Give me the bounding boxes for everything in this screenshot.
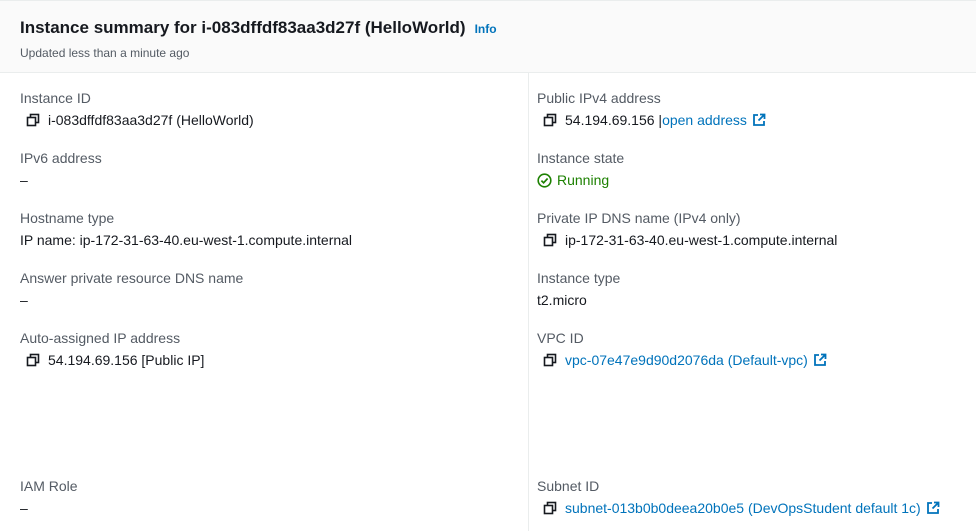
external-link-icon[interactable] [926,501,940,515]
field-ipv6: IPv6 address – [20,149,102,189]
copy-icon[interactable] [541,111,559,129]
field-label: Answer private resource DNS name [20,270,244,286]
page-title: Instance summary for i-083dffdf83aa3d27f… [20,18,466,37]
open-address-link[interactable]: open address [662,111,747,129]
public-ipv4-value: 54.194.69.156 | [565,112,663,128]
copy-icon[interactable] [24,111,42,129]
field-instance-state: Instance state Running [537,149,624,189]
column-divider [528,73,529,531]
info-link[interactable]: Info [475,22,497,36]
field-value: Running [537,171,624,189]
field-value: subnet-013b0b0deea20b0e5 (DevOpsStudent … [537,499,940,517]
field-label: Hostname type [20,210,115,226]
field-value: ip-172-31-63-40.eu-west-1.compute.intern… [537,231,837,249]
field-label: Instance type [537,270,621,286]
field-value: i-083dffdf83aa3d27f (HelloWorld) [20,111,254,129]
updated-text: Updated less than a minute ago [20,46,190,60]
instance-type-value: t2.micro [537,292,587,308]
field-private-dns: Private IP DNS name (IPv4 only) ip-172-3… [537,209,837,249]
copy-icon[interactable] [541,499,559,517]
copy-icon[interactable] [541,231,559,249]
field-hostname-type: Hostname type IP name: ip-172-31-63-40.e… [20,209,352,249]
field-instance-id: Instance ID i-083dffdf83aa3d27f (HelloWo… [20,89,254,129]
ipv6-value: – [20,172,28,188]
field-label: Public IPv4 address [537,90,661,106]
field-label: Subnet ID [537,478,600,494]
field-value: IP name: ip-172-31-63-40.eu-west-1.compu… [20,231,352,249]
auto-ip-value: 54.194.69.156 [Public IP] [48,352,205,368]
field-value: t2.micro [537,291,620,309]
field-label: Auto-assigned IP address [20,330,181,346]
field-label: Instance ID [20,90,91,106]
field-label: VPC ID [537,330,584,346]
field-answer-dns: Answer private resource DNS name – [20,269,243,309]
field-value: – [20,499,78,517]
external-link-icon[interactable] [813,353,827,367]
check-circle-icon [537,172,552,188]
field-value: 54.194.69.156 | open address [537,111,766,129]
copy-icon[interactable] [24,351,42,369]
field-subnet-id: Subnet ID subnet-013b0b0deea20b0e5 (DevO… [537,477,940,517]
field-auto-ip: Auto-assigned IP address 54.194.69.156 [… [20,329,204,369]
private-dns-value: ip-172-31-63-40.eu-west-1.compute.intern… [565,232,838,248]
field-instance-type: Instance type t2.micro [537,269,620,309]
hostname-type-value: IP name: ip-172-31-63-40.eu-west-1.compu… [20,232,353,248]
vpc-id-link[interactable]: vpc-07e47e9d90d2076da (Default-vpc) [565,351,808,369]
iam-role-value: – [20,500,28,516]
field-label: Private IP DNS name (IPv4 only) [537,210,741,226]
field-vpc-id: VPC ID vpc-07e47e9d90d2076da (Default-vp… [537,329,827,369]
answer-dns-value: – [20,292,28,308]
summary-header: Instance summary for i-083dffdf83aa3d27f… [0,0,976,73]
instance-id-value: i-083dffdf83aa3d27f (HelloWorld) [48,112,254,128]
copy-icon[interactable] [541,351,559,369]
instance-state-value: Running [557,172,610,188]
field-label: IPv6 address [20,150,102,166]
subnet-id-link[interactable]: subnet-013b0b0deea20b0e5 (DevOpsStudent … [565,499,921,517]
field-value: – [20,291,243,309]
field-value: – [20,171,102,189]
title-row: Instance summary for i-083dffdf83aa3d27f… [20,18,497,38]
external-link-icon[interactable] [752,113,766,127]
field-value: 54.194.69.156 [Public IP] [20,351,204,369]
field-label: Instance state [537,150,625,166]
field-label: IAM Role [20,478,78,494]
field-public-ipv4: Public IPv4 address 54.194.69.156 | open… [537,89,766,129]
field-iam-role: IAM Role – [20,477,78,517]
field-value: vpc-07e47e9d90d2076da (Default-vpc) [537,351,827,369]
